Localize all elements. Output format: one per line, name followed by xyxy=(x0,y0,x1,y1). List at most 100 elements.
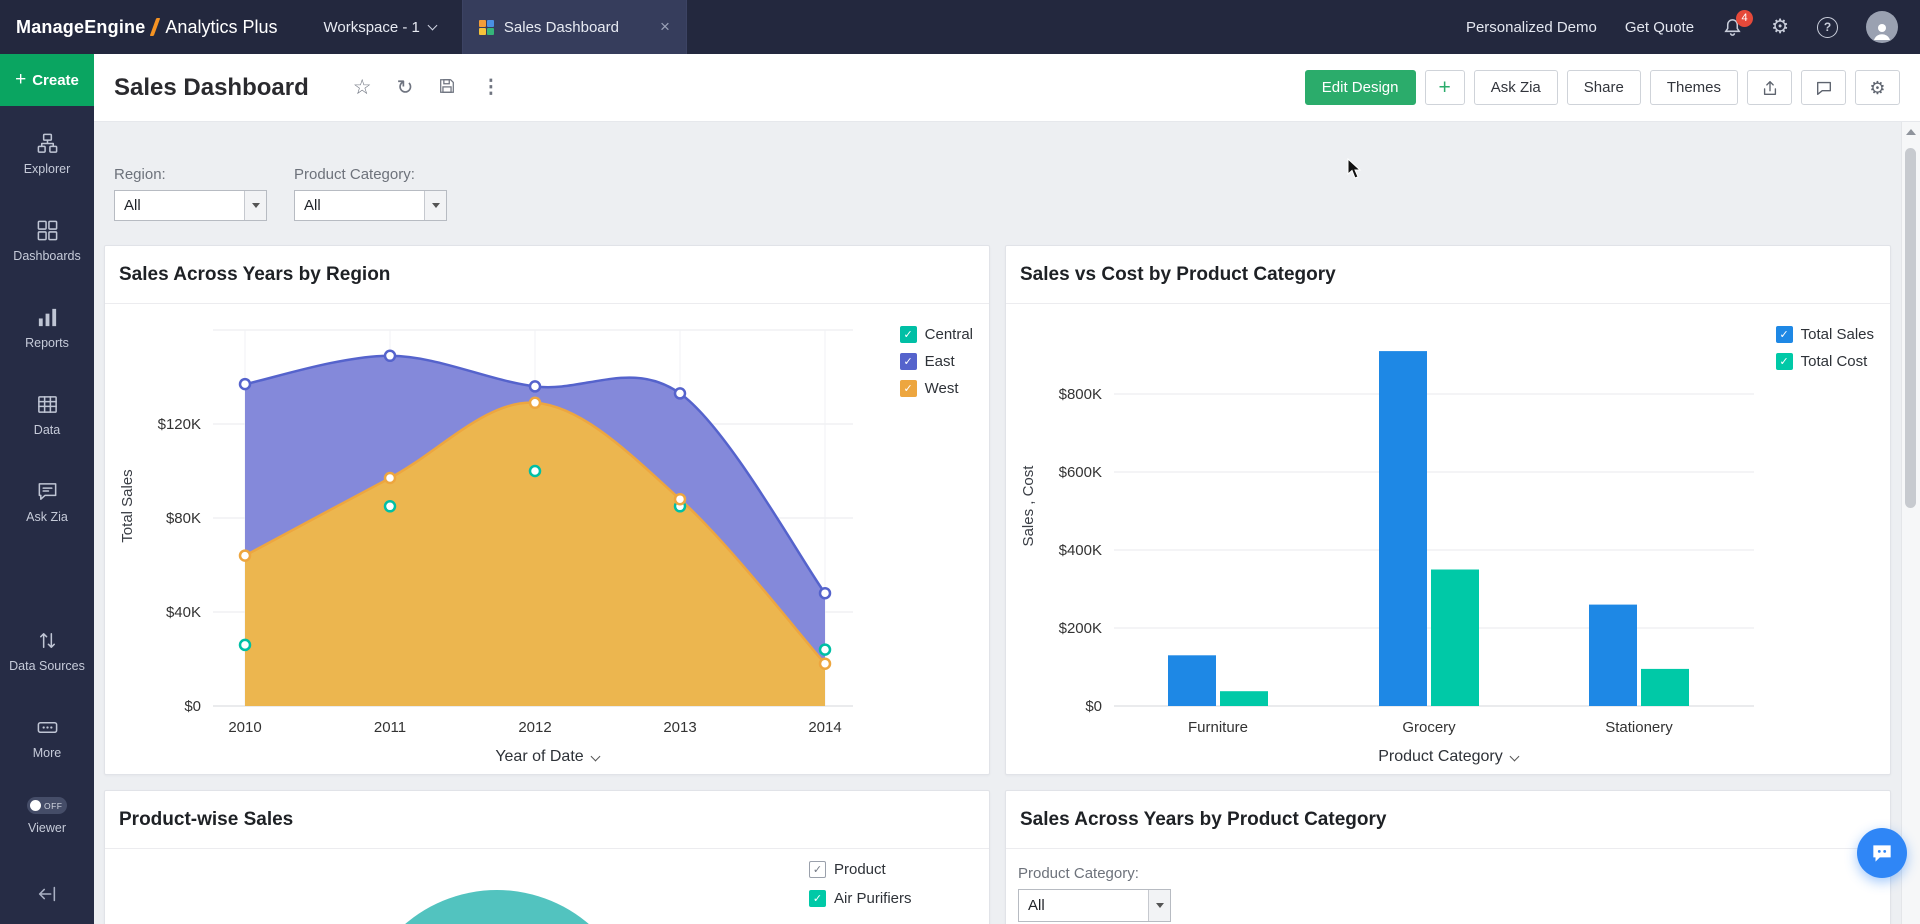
x-axis-title[interactable]: Year of Date xyxy=(105,748,989,766)
export-button[interactable] xyxy=(1747,70,1792,105)
svg-text:$600K: $600K xyxy=(1059,464,1102,481)
dropdown-arrow-icon xyxy=(424,191,446,220)
legend-item-total-cost[interactable]: ✓ Total Cost xyxy=(1776,353,1874,370)
chevron-down-icon xyxy=(590,751,600,761)
notifications-button[interactable]: 4 xyxy=(1722,17,1743,38)
save-button[interactable] xyxy=(438,77,456,99)
checkbox-checked-icon: ✓ xyxy=(1776,353,1793,370)
widget-title: Sales Across Years by Region xyxy=(105,246,989,304)
chart-legend: ✓ Total Sales ✓ Total Cost xyxy=(1776,326,1874,370)
legend-item-central[interactable]: ✓ Central xyxy=(900,326,973,343)
comment-icon xyxy=(1815,79,1833,97)
widget-title: Sales vs Cost by Product Category xyxy=(1006,246,1890,304)
legend-item-air-purifiers[interactable]: ✓ Air Purifiers xyxy=(809,890,912,907)
favorite-star-button[interactable]: ☆ xyxy=(353,77,372,98)
workspace-label: Workspace - 1 xyxy=(323,19,419,36)
chat-bubble-icon xyxy=(1869,840,1895,866)
dropdown-arrow-icon xyxy=(244,191,266,220)
user-avatar[interactable] xyxy=(1866,11,1898,43)
svg-text:Stationery: Stationery xyxy=(1605,719,1673,736)
region-filter-label: Region: xyxy=(114,166,267,183)
brand-product-text: Analytics Plus xyxy=(165,17,277,38)
brand-manageengine-text: ManageEngine xyxy=(16,17,145,38)
ask-zia-button[interactable]: Ask Zia xyxy=(1474,70,1558,105)
export-icon xyxy=(1761,79,1779,97)
svg-text:Furniture: Furniture xyxy=(1188,719,1248,736)
widget-sales-vs-cost-by-product-category: Sales vs Cost by Product Category $0$200… xyxy=(1005,245,1891,775)
widget-sales-across-years-by-product-category: Sales Across Years by Product Category P… xyxy=(1005,790,1891,924)
create-button[interactable]: + Create xyxy=(0,54,94,106)
dashboard-tab-icon xyxy=(479,20,494,35)
themes-button[interactable]: Themes xyxy=(1650,70,1738,105)
y-axis-title: Sales , Cost xyxy=(1020,466,1037,547)
svg-text:$800K: $800K xyxy=(1059,386,1102,403)
sidebar-item-data-sources[interactable]: Data Sources xyxy=(0,629,94,674)
svg-text:$400K: $400K xyxy=(1059,542,1102,559)
region-filter-select[interactable]: All xyxy=(114,190,267,221)
comments-button[interactable] xyxy=(1801,70,1846,105)
personalized-demo-link[interactable]: Personalized Demo xyxy=(1466,19,1597,36)
chevron-down-icon xyxy=(427,20,437,30)
widget-title: Sales Across Years by Product Category xyxy=(1006,791,1890,849)
legend-item-east[interactable]: ✓ East xyxy=(900,353,973,370)
sidebar-item-more[interactable]: More xyxy=(0,716,94,761)
chart-legend: ✓ Central ✓ East ✓ West xyxy=(900,326,973,397)
sidebar-item-explorer[interactable]: Explorer xyxy=(0,132,94,177)
help-button[interactable]: ? xyxy=(1817,17,1838,38)
product-category-filter-select[interactable]: All xyxy=(294,190,447,221)
svg-text:$40K: $40K xyxy=(166,604,201,621)
widget-product-wise-sales: Product-wise Sales ✓ Product ✓ Air Purif… xyxy=(104,790,990,924)
widget-sales-across-years-by-region: Sales Across Years by Region $0$40K$80K$… xyxy=(104,245,990,775)
brand-logo[interactable]: ManageEngine Analytics Plus xyxy=(0,17,297,38)
sidebar: + Create Explorer Dashboards Reports Dat… xyxy=(0,54,94,924)
tab-close-icon[interactable]: × xyxy=(660,17,670,37)
scroll-up-arrow[interactable] xyxy=(1906,129,1916,135)
product-category-filter: Product Category: All xyxy=(294,166,447,221)
more-icon xyxy=(36,716,59,739)
legend-item-total-sales[interactable]: ✓ Total Sales xyxy=(1776,326,1874,343)
get-quote-link[interactable]: Get Quote xyxy=(1625,19,1694,36)
filter-bar: Region: All Product Category: All xyxy=(94,122,1920,221)
viewer-toggle[interactable]: OFF xyxy=(27,797,67,814)
checkbox-checked-icon: ✓ xyxy=(900,326,917,343)
reports-icon xyxy=(36,306,59,329)
more-options-button[interactable]: ⋮ xyxy=(481,78,500,97)
refresh-button[interactable]: ↻ xyxy=(397,78,414,98)
checkbox-checked-icon: ✓ xyxy=(900,380,917,397)
sidebar-item-reports[interactable]: Reports xyxy=(0,306,94,351)
settings-gear-button[interactable]: ⚙ xyxy=(1771,17,1789,37)
scrollbar-thumb[interactable] xyxy=(1905,148,1916,508)
workspace-selector[interactable]: Workspace - 1 xyxy=(297,0,461,54)
svg-text:$0: $0 xyxy=(184,698,201,715)
edit-design-button[interactable]: Edit Design xyxy=(1305,70,1416,105)
svg-text:2012: 2012 xyxy=(518,719,551,736)
checkbox-checked-icon: ✓ xyxy=(1776,326,1793,343)
share-button[interactable]: Share xyxy=(1567,70,1641,105)
legend-item-product[interactable]: ✓ Product xyxy=(809,861,912,878)
add-widget-button[interactable]: + xyxy=(1425,70,1465,105)
tab-sales-dashboard[interactable]: Sales Dashboard × xyxy=(462,0,687,54)
widget-filter-label: Product Category: xyxy=(1018,865,1890,882)
ask-zia-icon xyxy=(36,480,59,503)
widget-category-filter-select[interactable]: All xyxy=(1018,889,1171,922)
y-axis-title: Total Sales xyxy=(119,469,136,542)
svg-text:$200K: $200K xyxy=(1059,620,1102,637)
widget-title: Product-wise Sales xyxy=(105,791,989,849)
sidebar-item-dashboards[interactable]: Dashboards xyxy=(0,219,94,264)
gear-icon: ⚙ xyxy=(1869,79,1885,97)
chevron-down-icon xyxy=(1509,751,1519,761)
sidebar-collapse-button[interactable] xyxy=(36,883,58,910)
sidebar-item-ask-zia[interactable]: Ask Zia xyxy=(0,480,94,525)
dashboard-settings-button[interactable]: ⚙ xyxy=(1855,70,1900,105)
dashboard-header: Sales Dashboard ☆ ↻ ⋮ Edit Design + Ask … xyxy=(94,54,1920,122)
area-chart: $0$40K$80K$120K20102011201220132014 xyxy=(105,311,985,751)
x-axis-title[interactable]: Product Category xyxy=(1006,748,1890,766)
dropdown-arrow-icon xyxy=(1148,890,1170,921)
sidebar-item-data[interactable]: Data xyxy=(0,393,94,438)
zia-chat-button[interactable] xyxy=(1857,828,1907,878)
region-filter: Region: All xyxy=(114,166,267,221)
svg-text:$120K: $120K xyxy=(158,416,201,433)
legend-item-west[interactable]: ✓ West xyxy=(900,380,973,397)
sidebar-item-viewer: OFF Viewer xyxy=(0,797,94,836)
plus-icon: + xyxy=(15,69,26,91)
